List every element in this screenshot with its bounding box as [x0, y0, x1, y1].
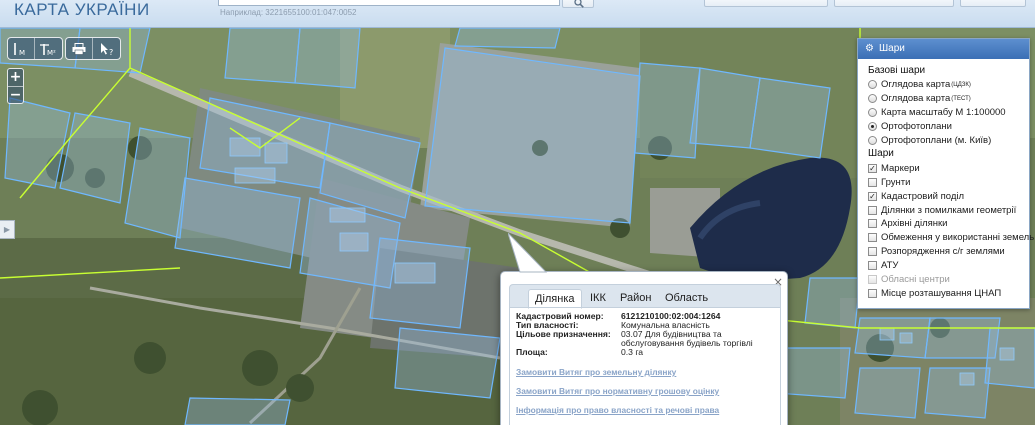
utility-tools: ? [65, 37, 121, 60]
purpose-value: 03.07 Для будівництва та обслуговування … [621, 329, 753, 348]
radio-button[interactable] [868, 136, 877, 145]
layers-panel-title: Шари [878, 43, 905, 54]
checkbox[interactable] [868, 219, 877, 229]
header-button-2[interactable] [834, 0, 954, 7]
cursor-question-icon: ? [100, 42, 113, 56]
overlay-agri-orders[interactable]: Розпорядження с/г землями [868, 245, 1029, 259]
checkbox[interactable] [868, 247, 877, 257]
overlay-restrictions[interactable]: Обмеження у використанні земель [868, 231, 1034, 245]
area-label: Площа: [516, 347, 548, 357]
base-layer-label: Оглядова карта [881, 93, 951, 105]
overlay-label: Маркери [881, 162, 920, 174]
checkbox[interactable] [868, 177, 877, 187]
overlay-label: Розпорядження с/г землями [881, 246, 1005, 258]
popup-tabs: Ділянка ІКК Район Область [509, 284, 781, 309]
radio-button[interactable] [868, 94, 877, 104]
base-layer-overview-test[interactable]: Оглядова карта (ТЕСТ) [868, 92, 1029, 106]
base-layer-sup: (ЦДЗК) [951, 81, 971, 88]
measure-tools: M M² [7, 37, 63, 60]
search-icon [574, 0, 584, 8]
overlay-cnap[interactable]: Місце розташування ЦНАП [868, 286, 1029, 300]
overlay-label: Грунти [881, 176, 911, 188]
base-layer-map-100000[interactable]: Карта масштабу М 1:100000 [868, 106, 1029, 120]
layers-panel: ⚙ Шари Базові шари Оглядова карта (ЦДЗК) … [857, 38, 1034, 309]
checkbox[interactable] [868, 261, 877, 271]
base-layer-label: Ортофотоплани [881, 121, 952, 133]
parcel-details: Кадастровий номер: 6121210100:02:004:126… [509, 307, 781, 425]
overlay-label: Обмеження у використанні земель [881, 232, 1035, 244]
tab-ikk[interactable]: ІКК [590, 289, 606, 309]
overlay-label: Кадастровий поділ [881, 190, 965, 202]
tab-parcel[interactable]: Ділянка [528, 289, 582, 309]
ruler-area-icon: M² [39, 43, 56, 56]
purpose-label: Цільове призначення: [516, 329, 611, 339]
overlay-soils[interactable]: Грунти [868, 175, 1029, 189]
base-layer-label: Ортофотоплани (м. Київ) [881, 135, 992, 146]
overlay-layers-title: Шари [868, 148, 894, 160]
tab-district[interactable]: Район [620, 289, 651, 309]
caret-right-icon: ▶ [3, 225, 11, 234]
base-layer-label: Оглядова карта [881, 79, 951, 91]
zoom-in-button[interactable]: + [8, 69, 23, 86]
overlay-cadastral[interactable]: ✓ Кадастровий поділ [868, 189, 1029, 203]
order-valuation-extract-link[interactable]: Замовити Витяг про нормативну грошову оц… [516, 386, 719, 396]
identify-button[interactable]: ? [93, 38, 120, 59]
overlay-label: Архівні ділянки [881, 218, 948, 230]
checkbox[interactable] [868, 205, 877, 215]
zoom-out-button[interactable]: − [8, 86, 23, 103]
base-layers-title: Базові шари [868, 65, 926, 76]
svg-text:M²: M² [47, 49, 56, 56]
overlay-label: Ділянки з помилками геометрії [881, 204, 1017, 216]
base-layer-orthophoto[interactable]: Ортофотоплани [868, 120, 1029, 134]
gear-icon: ⚙ [865, 43, 874, 54]
ruler-length-icon: M [14, 42, 25, 56]
base-layer-overview-cdzk[interactable]: Оглядова карта (ЦДЗК) [868, 78, 1029, 92]
radio-button[interactable] [868, 108, 877, 118]
overlay-regional-centers: Обласні центри [868, 273, 1029, 287]
overlay-label: Місце розташування ЦНАП [881, 287, 1002, 299]
sidebar-toggle-button[interactable]: ▶ [0, 220, 15, 239]
checkbox-checked[interactable]: ✓ [868, 163, 877, 173]
popup-pointer [508, 233, 548, 273]
overlay-geometry-errors[interactable]: Ділянки з помилками геометрії [868, 203, 1029, 217]
overlay-label: АТУ [881, 260, 899, 272]
measure-length-button[interactable]: M [8, 38, 35, 59]
measure-area-button[interactable]: M² [35, 38, 62, 59]
radio-button[interactable] [868, 80, 877, 90]
svg-text:M: M [19, 49, 25, 56]
zoom-control: + − [7, 68, 24, 104]
base-layer-orthophoto-kyiv[interactable]: Ортофотоплани (м. Київ) [868, 134, 1029, 148]
tab-region[interactable]: Область [665, 289, 708, 309]
radio-button-selected[interactable] [868, 122, 877, 132]
cadastral-search-input[interactable] [218, 0, 560, 6]
checkbox[interactable] [868, 288, 877, 298]
layers-panel-header[interactable]: ⚙ Шари [858, 39, 1029, 59]
area-value: 0.3 га [621, 347, 644, 357]
ownership-info-link[interactable]: Інформація про право власності та речові… [516, 405, 719, 415]
print-button[interactable] [66, 38, 93, 59]
order-parcel-extract-link[interactable]: Замовити Витяг про земельну ділянку [516, 367, 676, 377]
search-button[interactable] [562, 0, 594, 8]
header-bar: КАРТА УКРАЇНИ Наприклад: 3221655100:01:0… [0, 0, 1035, 28]
search-hint: Наприклад: 3221655100:01:047:0052 [220, 8, 357, 17]
checkbox[interactable] [868, 233, 877, 243]
printer-icon [72, 42, 86, 55]
parcel-info-popup: × Ділянка ІКК Район Область Кадастровий … [500, 271, 788, 425]
overlay-archive[interactable]: Архівні ділянки [868, 217, 1029, 231]
checkbox-checked[interactable]: ✓ [868, 191, 877, 201]
site-title[interactable]: КАРТА УКРАЇНИ [14, 0, 150, 20]
overlay-markers[interactable]: ✓ Маркери [868, 161, 1029, 175]
header-button-1[interactable] [704, 0, 828, 7]
svg-text:?: ? [109, 48, 113, 56]
overlay-atu[interactable]: АТУ [868, 259, 1029, 273]
base-layer-label: Карта масштабу М 1:100000 [881, 107, 1006, 119]
base-layer-sup: (ТЕСТ) [951, 95, 971, 102]
header-button-3[interactable] [960, 0, 1026, 7]
overlay-label: Обласні центри [881, 274, 950, 286]
checkbox-disabled [868, 275, 877, 285]
